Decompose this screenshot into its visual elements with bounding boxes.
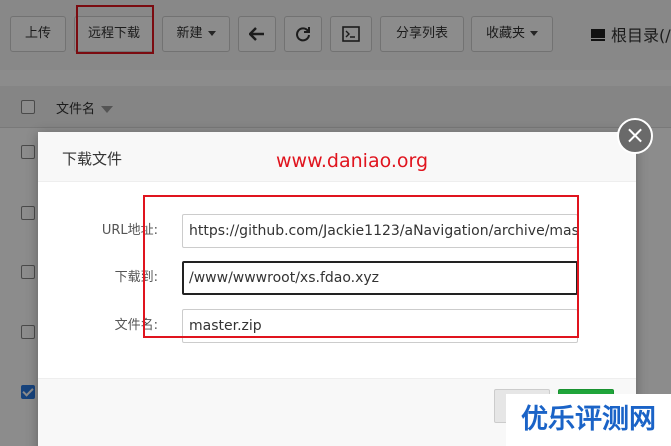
dialog-title: 下载文件 <box>62 150 123 168</box>
close-icon[interactable]: × <box>617 118 653 154</box>
filename-label: 文件名: <box>114 318 158 333</box>
form-highlight <box>143 195 579 338</box>
site-watermark: www.daniao.org <box>276 150 429 172</box>
url-label: URL地址: <box>101 223 158 238</box>
download-to-label: 下载到: <box>114 270 158 285</box>
dialog-header: 下载文件 www.daniao.org <box>38 132 636 182</box>
brand-watermark: 优乐评测网 <box>506 394 671 446</box>
